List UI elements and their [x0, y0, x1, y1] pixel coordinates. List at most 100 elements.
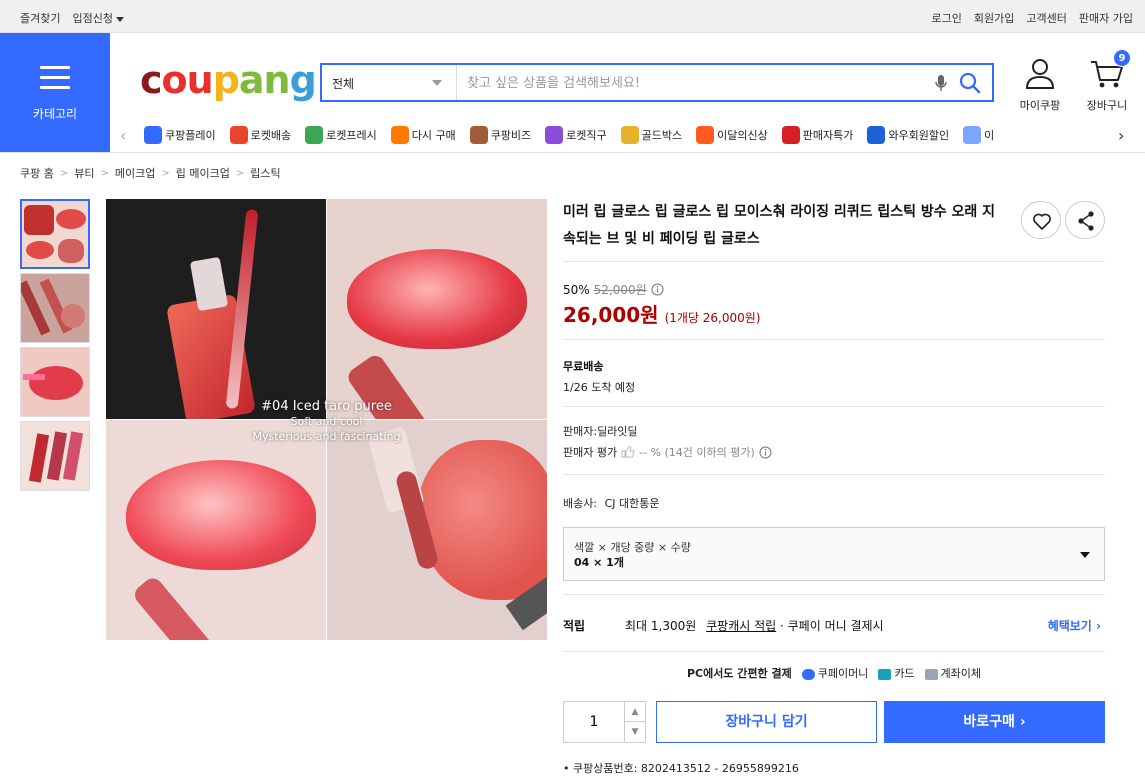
shortcut-icon: [620, 126, 639, 144]
shortcut-item[interactable]: 이: [963, 126, 994, 144]
main-product-image[interactable]: #04 Iced taro puree Soft and cool Myster…: [106, 199, 547, 640]
hamburger-icon: [40, 66, 70, 96]
share-button[interactable]: [1065, 201, 1105, 239]
shortcut-item[interactable]: 다시 구매: [390, 126, 456, 144]
share-icon: [1078, 211, 1094, 231]
chevron-down-icon[interactable]: ▼: [624, 722, 645, 742]
cart-label: 장바구니: [1086, 99, 1128, 112]
breadcrumb-item[interactable]: 립스틱: [250, 165, 280, 181]
pay-method-label: 쿠페이머니: [817, 667, 869, 680]
microphone-icon[interactable]: [934, 74, 948, 92]
option-select[interactable]: 색깔 × 개당 중량 × 수량 04 × 1개: [563, 527, 1105, 581]
benefits-link[interactable]: 혜택보기 ›: [1048, 617, 1101, 634]
chevron-up-icon[interactable]: ▲: [624, 702, 645, 722]
thumbs-up-icon: [621, 446, 635, 458]
pay-method: 쿠페이머니: [801, 665, 869, 681]
info-icon[interactable]: [759, 446, 772, 459]
shortcut-icon: [469, 126, 488, 144]
shortcut-label: 로켓직구: [566, 129, 607, 142]
image-quadrant: [106, 199, 326, 419]
search-input[interactable]: [467, 73, 917, 93]
seller-signup-link[interactable]: 판매자 가입: [1079, 10, 1133, 26]
heart-icon: [1033, 213, 1051, 230]
search-category-select[interactable]: 전체: [322, 65, 457, 100]
shortcut-label: 로켓배송: [250, 129, 292, 142]
shortcut-item[interactable]: 로켓배송: [229, 126, 292, 144]
info-icon[interactable]: [651, 283, 664, 296]
seller-rating-row: 판매자 평가 -- % (14건 이하의 평가): [563, 444, 772, 460]
shortcut-list: 쿠팡플레이 로켓배송 로켓프레시 다시 구매 쿠팡비즈 로켓직구 골드박스 이달의신상 판매자특…: [144, 126, 1104, 144]
breadcrumb-item[interactable]: 뷰티: [74, 165, 94, 181]
category-button[interactable]: 카테고리: [0, 33, 110, 152]
divider: [563, 261, 1105, 262]
search-icon[interactable]: [959, 72, 981, 94]
coupang-cash-link[interactable]: 쿠팡캐시 적립: [706, 619, 776, 633]
shortcut-item[interactable]: 로켓직구: [545, 126, 607, 144]
logo-part: ou: [161, 58, 214, 102]
reward-title: 적립: [563, 619, 586, 633]
pay-method-icon: [878, 668, 892, 680]
thumbnail-3[interactable]: [20, 347, 90, 417]
shortcut-icon: [229, 126, 248, 144]
add-to-cart-button[interactable]: 장바구니 담기: [656, 701, 877, 743]
logo-part: g: [289, 58, 317, 102]
user-icon: [1025, 59, 1055, 89]
discount-rate: 50%: [563, 282, 590, 297]
image-quadrant: [327, 420, 547, 640]
seller-apply-label: 입점신청: [72, 12, 113, 25]
pay-method-label: 계좌이체: [940, 667, 982, 680]
signup-link[interactable]: 회원가입: [974, 10, 1014, 26]
carrier-name: CJ 대한통운: [604, 497, 660, 510]
shortcut-label: 쿠팡플레이: [165, 129, 216, 142]
reward-condition: · 쿠페이 머니 결제시: [780, 619, 884, 633]
unit-price: (1개당 26,000원): [664, 311, 761, 325]
chevron-right-icon[interactable]: ›: [1118, 126, 1124, 145]
chevron-right-icon: ›: [1096, 619, 1101, 633]
breadcrumb-item[interactable]: 쿠팡 홈: [20, 165, 54, 181]
breadcrumb-item[interactable]: 메이크업: [115, 165, 155, 181]
shortcut-icon: [390, 126, 409, 144]
bookmark-link[interactable]: 즐겨찾기: [20, 10, 60, 26]
buy-now-button[interactable]: 바로구매 ›: [884, 701, 1105, 743]
thumbnail-2[interactable]: [20, 273, 90, 343]
shortcut-item[interactable]: 로켓프레시: [305, 126, 377, 144]
search-category-value: 전체: [332, 77, 355, 91]
shortcut-item[interactable]: 쿠팡비즈: [469, 126, 531, 144]
chevron-left-icon[interactable]: ‹: [120, 126, 126, 145]
shortcut-item[interactable]: 골드박스: [620, 126, 683, 144]
breadcrumb-separator-icon: >: [59, 167, 69, 179]
mycoupang-label: 마이쿠팡: [1019, 99, 1061, 112]
shortcut-label: 골드박스: [641, 129, 683, 142]
mycoupang-button[interactable]: 마이쿠팡: [1018, 58, 1062, 113]
image-quadrant: [106, 420, 326, 640]
shortcut-icon: [963, 126, 982, 144]
price-row: 26,000원 (1개당 26,000원): [563, 299, 761, 328]
seller-name[interactable]: 판매자:딜라잇딜: [563, 423, 638, 439]
shortcut-icon: [867, 126, 886, 144]
thumbnail-4[interactable]: [20, 421, 90, 491]
shortcut-label: 와우회원할인: [888, 129, 950, 142]
option-value: 04 × 1개: [574, 556, 624, 569]
pay-method-icon: [801, 668, 815, 680]
shortcut-item[interactable]: 판매자특가: [781, 126, 853, 144]
arrival-date: 1/26 도착 예정: [563, 381, 636, 394]
quantity-input[interactable]: [564, 702, 624, 742]
shortcut-item[interactable]: 쿠팡플레이: [144, 126, 216, 144]
breadcrumb-separator-icon: >: [235, 167, 245, 179]
shortcut-item[interactable]: 와우회원할인: [867, 126, 949, 144]
carrier-label: 배송사:: [563, 497, 598, 510]
wishlist-button[interactable]: [1021, 201, 1061, 239]
thumbnail-1[interactable]: [20, 199, 90, 269]
coupang-logo[interactable]: coupang: [140, 58, 317, 102]
pay-method-icon: [924, 668, 938, 680]
login-link[interactable]: 로그인: [932, 10, 962, 26]
image-caption-line2: Soft and cool: [290, 415, 363, 428]
breadcrumb-item[interactable]: 립 메이크업: [176, 165, 230, 181]
seller-apply-link[interactable]: 입점신청: [72, 10, 124, 26]
divider: [563, 339, 1105, 340]
shortcut-item[interactable]: 이달의신상: [696, 126, 768, 144]
image-quadrant: [327, 199, 547, 419]
bullet-icon: •: [563, 762, 570, 775]
cart-button[interactable]: 9 장바구니: [1085, 49, 1131, 113]
customer-center-link[interactable]: 고객센터: [1026, 10, 1066, 26]
